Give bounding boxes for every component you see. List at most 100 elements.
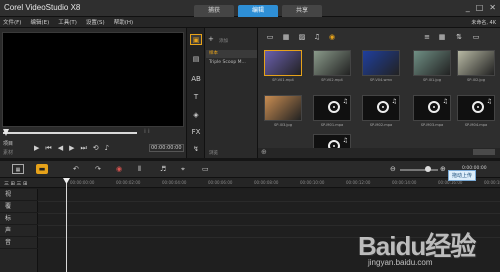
thumbnail-label: SP-I01.jpg [422,78,441,82]
go-end-icon[interactable]: ⏭ [80,144,86,153]
drag-tooltip: 拖动上传 [448,170,477,181]
options-button[interactable] [473,149,495,155]
track-header[interactable]: 视 [0,189,38,201]
media-thumbnail[interactable]: ♫ [413,95,451,121]
tab-edit[interactable]: 编辑 [238,5,278,17]
library-panel: ▭ ▦ ▨ ♫ ◉ ≡ ▦ ⇅ ▭ SP-V01.mp4 SP-V02.mp4 SP… [258,28,500,160]
maximize-button[interactable]: □ [476,3,484,12]
media-thumbnail[interactable] [313,50,351,76]
media-thumbnail[interactable] [413,50,451,76]
timeline-view-icon[interactable]: ▬ [36,164,48,174]
add-folder-icon[interactable]: + [208,35,214,43]
scrubber-handle[interactable] [3,129,9,136]
auto-music-icon[interactable]: ♬ [160,164,166,174]
subtitle-icon[interactable]: ▭ [202,164,209,174]
library-folder-panel: + 添加 样本 Triple Scoop M... 浏览 [205,28,258,158]
add-folder-label[interactable]: 添加 [219,38,228,44]
zoom-out-icon[interactable]: ⊖ [390,164,396,174]
tab-capture[interactable]: 捕获 [194,5,234,17]
ruler-tick-label: 00:00:06:00 [208,180,233,185]
close-button[interactable]: ✕ [489,3,496,12]
mode-clip[interactable]: 素材 [3,149,13,156]
track-header[interactable]: 标 [0,213,38,225]
track-manager[interactable]: 三 ⊞ 三 ⊞ [4,180,27,187]
show-photo-icon[interactable]: ▨ [298,34,306,41]
graphic-icon[interactable]: ◈ [190,110,202,121]
path-icon[interactable]: ↯ [190,144,202,155]
ruler-tick-label: 00:00:04:00 [162,180,187,185]
thumbnail-label: SP-M02.mpa [369,123,393,127]
thumbnail-label: SP-I03.jpg [273,123,292,127]
thumb-size-icon[interactable]: ▭ [472,34,480,41]
thumb-view-icon[interactable]: ▦ [438,34,446,41]
player-timecode[interactable]: 00:00:00:00 [149,144,184,152]
media-thumbnail[interactable] [362,50,400,76]
track-header[interactable]: 声 [0,225,38,237]
menu-settings[interactable]: 设置(S) [86,18,105,26]
tab-share[interactable]: 共享 [282,5,322,17]
filter-icon[interactable]: FX [190,127,202,138]
thumbnail-label: SP-V01.mp4 [272,78,294,82]
record-icon[interactable]: ◉ [116,164,122,174]
menu-file[interactable]: 文件(F) [3,18,21,26]
folder-triple-scoop[interactable]: Triple Scoop M... [206,59,257,67]
thumbnail-label: SP-V02.mp4 [321,78,343,82]
menu-tools[interactable]: 工具(T) [58,18,77,26]
redo-icon[interactable]: ↷ [95,164,101,174]
go-start-icon[interactable]: ⏮ [45,144,51,153]
zoom-slider-handle[interactable] [425,166,431,172]
scrubber-bar[interactable] [3,129,137,136]
transition-icon[interactable]: AB [190,74,202,85]
media-thumbnail[interactable] [457,50,495,76]
show-audio-icon[interactable]: ♫ [313,34,321,41]
media-icon[interactable]: ▣ [190,34,202,45]
watermark-url: jingyan.baidu.com [368,258,433,267]
browse-button[interactable]: 浏览 [209,150,218,156]
music-note-icon: ♫ [391,98,397,105]
mode-project[interactable]: 项目 [3,141,13,147]
menu-bar: 文件(F) 编辑(E) 工具(T) 设置(S) 帮助(H) 未命名, 4K [0,17,500,28]
undo-icon[interactable]: ↶ [73,164,79,174]
ruler-tick-label: 00:00:12:00 [346,180,371,185]
track-header[interactable]: 音 [0,237,38,249]
music-disc-icon [472,101,484,113]
preview-screen[interactable] [2,32,184,127]
motion-tracking-icon[interactable]: ⌖ [181,164,185,174]
import-folder-icon[interactable]: ▭ [266,34,274,41]
list-view-icon[interactable]: ≡ [423,34,431,41]
media-thumbnail[interactable]: ♫ [362,95,400,121]
play-icon[interactable]: ▶ [34,144,39,153]
storyboard-view-icon[interactable]: ▦ [12,164,24,174]
next-frame-icon[interactable]: ▶ [69,144,74,153]
menu-help[interactable]: 帮助(H) [114,18,133,26]
track-header[interactable]: 覆 [0,201,38,213]
music-note-icon: ♫ [342,98,348,105]
sort-icon[interactable]: ⇅ [455,34,463,41]
zoom-slider[interactable] [400,169,438,171]
folder-sample[interactable]: 样本 [206,50,257,58]
show-video-icon[interactable]: ▦ [282,34,290,41]
add-media-icon[interactable]: ⊕ [261,148,267,156]
timeline-ruler[interactable]: 00:00:00:00 00:00:02:00 00:00:04:00 00:00:0… [0,178,500,188]
media-thumbnail[interactable] [264,95,302,121]
thumbnail-label: SP-V04.wmv [369,78,393,82]
prev-frame-icon[interactable]: ◀ [58,144,63,153]
music-disc-icon [428,101,440,113]
trim-markers[interactable]: ⁞ ⁞ [144,128,150,135]
zoom-in-icon[interactable]: ⊕ [440,164,446,174]
title-bar: Corel VideoStudio X8 捕获 编辑 共享 _ □ ✕ [0,0,500,17]
instant-project-icon[interactable]: ▤ [190,54,202,65]
ruler-tick-label: 00:00:00:00 [70,180,95,185]
title-icon[interactable]: T [190,92,202,103]
media-thumbnail[interactable]: ♫ [313,95,351,121]
media-thumbnail[interactable] [264,50,302,76]
repeat-icon[interactable]: ⟲ [93,144,99,153]
minimize-button[interactable]: _ [466,3,470,12]
volume-icon[interactable]: ♪ [105,144,109,153]
media-thumbnail[interactable]: ♫ [457,95,495,121]
ruler-tick-label: 00:00:14:00 [392,180,417,185]
mixer-icon[interactable]: ⫴ [138,164,141,174]
library-toolbar: ▭ ▦ ▨ ♫ ◉ ≡ ▦ ⇅ ▭ [258,33,500,45]
menu-edit[interactable]: 编辑(E) [30,18,49,26]
show-all-icon[interactable]: ◉ [328,34,336,41]
